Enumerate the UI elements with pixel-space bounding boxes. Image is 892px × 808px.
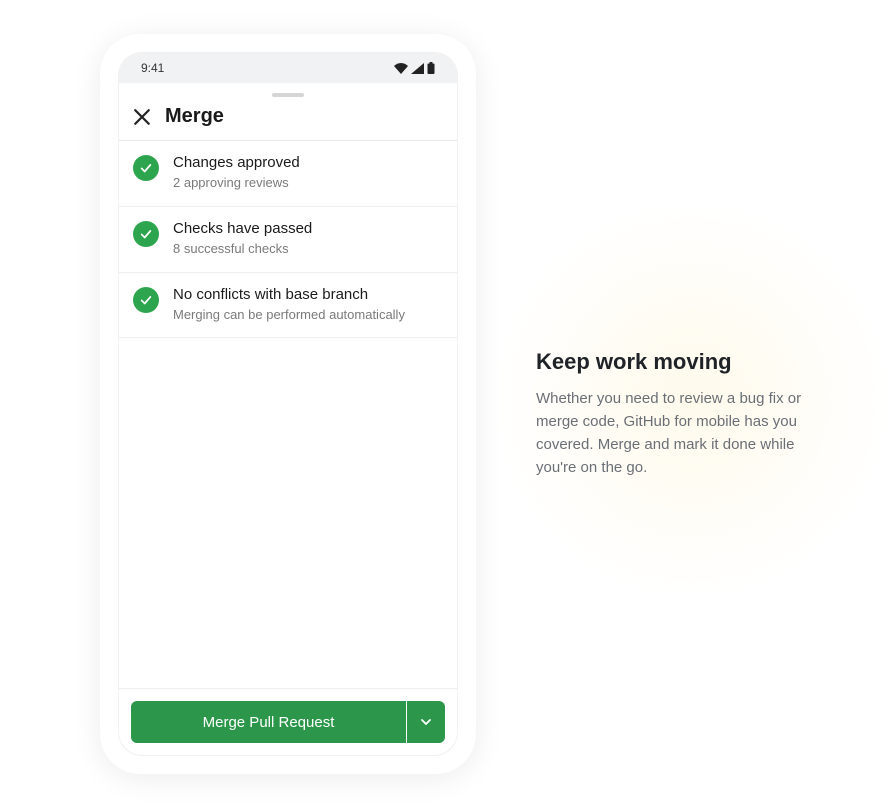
promo-body: Whether you need to review a bug fix or …	[536, 387, 836, 480]
status-subtitle: Merging can be performed automatically	[173, 306, 443, 324]
merge-pull-request-button[interactable]: Merge Pull Request	[131, 701, 406, 743]
chevron-down-icon	[420, 716, 432, 728]
status-title: Changes approved	[173, 153, 443, 173]
phone-screen: 9:41 Merge	[118, 52, 458, 756]
status-time: 9:41	[141, 61, 164, 75]
phone-frame: 9:41 Merge	[100, 34, 476, 774]
merge-options-button[interactable]	[407, 701, 445, 743]
page-layout: 9:41 Merge	[0, 0, 892, 808]
android-status-bar: 9:41	[119, 53, 457, 83]
signal-icon	[411, 63, 424, 74]
sheet-footer: Merge Pull Request	[119, 688, 457, 755]
battery-icon	[427, 62, 435, 74]
status-title: No conflicts with base branch	[173, 285, 443, 305]
promo-copy: Keep work moving Whether you need to rev…	[536, 329, 836, 480]
status-row-checks[interactable]: Checks have passed 8 successful checks	[119, 207, 457, 273]
sheet-title: Merge	[165, 105, 224, 128]
promo-title: Keep work moving	[536, 349, 836, 375]
status-list: Changes approved 2 approving reviews Che…	[119, 141, 457, 688]
wifi-icon	[394, 63, 408, 74]
drag-handle[interactable]	[272, 93, 304, 97]
status-right-icons	[394, 62, 435, 74]
status-row-conflicts[interactable]: No conflicts with base branch Merging ca…	[119, 273, 457, 339]
close-icon[interactable]	[133, 108, 151, 126]
check-icon	[133, 221, 159, 247]
status-title: Checks have passed	[173, 219, 443, 239]
status-subtitle: 2 approving reviews	[173, 174, 443, 192]
status-subtitle: 8 successful checks	[173, 240, 443, 258]
status-row-approved[interactable]: Changes approved 2 approving reviews	[119, 141, 457, 207]
check-icon	[133, 287, 159, 313]
sheet-header: Merge	[119, 83, 457, 141]
check-icon	[133, 155, 159, 181]
